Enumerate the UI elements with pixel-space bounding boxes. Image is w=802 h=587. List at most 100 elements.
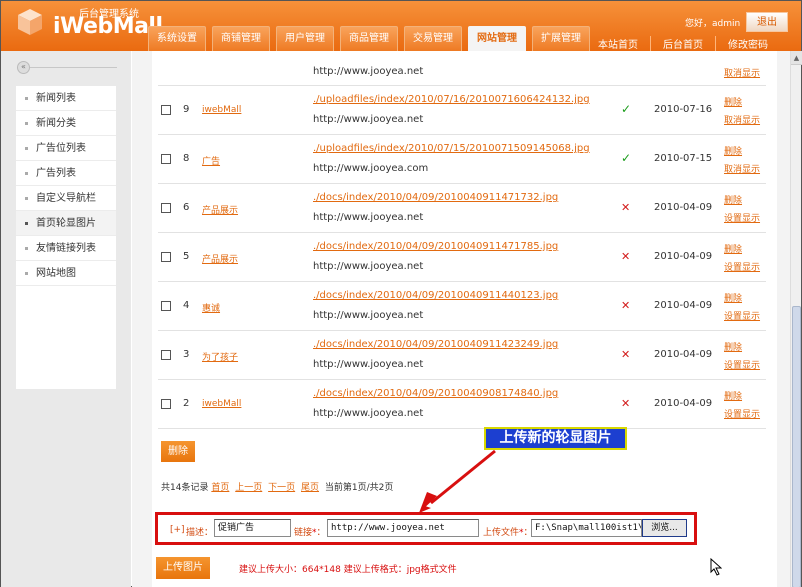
- link-change-password[interactable]: 修改密码: [715, 36, 780, 51]
- sidebar: « 新闻列表 新闻分类 广告位列表 广告列表 自定义导航栏 首页轮显图片 友情链…: [1, 51, 131, 587]
- row-path-link[interactable]: ./docs/index/2010/04/09/2010040911423249…: [313, 339, 558, 350]
- row-delete-link[interactable]: 删除: [724, 242, 742, 255]
- row-date: 2010-04-09: [654, 251, 713, 262]
- double-chevron-left-icon[interactable]: «: [17, 61, 30, 74]
- row-toggle-display-link[interactable]: 设置显示: [724, 407, 760, 420]
- scroll-thumb[interactable]: [792, 306, 801, 587]
- row-delete-link[interactable]: 删除: [724, 144, 742, 157]
- logout-button[interactable]: 退出: [746, 12, 788, 32]
- row-checkbox[interactable]: [161, 154, 171, 164]
- mouse-cursor-icon: [710, 558, 722, 576]
- row-toggle-display-link[interactable]: 取消显示: [724, 162, 760, 175]
- file-label: 上传文件*：: [483, 525, 533, 538]
- row-delete-link[interactable]: 删除: [724, 193, 742, 206]
- row-name-link[interactable]: 广告: [202, 154, 220, 167]
- sidebar-item-custom-nav[interactable]: 自定义导航栏: [16, 186, 116, 211]
- pager: 共14条记录 首页 上一页 下一页 尾页 当前第1页/共2页: [161, 480, 393, 493]
- row-url: http://www.jooyea.net: [313, 212, 424, 223]
- table-row: 5 产品展示 ./docs/index/2010/04/09/201004091…: [158, 233, 766, 282]
- cross-icon: ✕: [621, 250, 631, 263]
- upload-image-button[interactable]: 上传图片: [156, 557, 210, 579]
- row-url: http://www.jooyea.com: [313, 163, 429, 174]
- row-toggle-display-link[interactable]: 取消显示: [724, 113, 760, 126]
- row-toggle-display-link[interactable]: 取消显示: [724, 66, 760, 79]
- row-delete-link[interactable]: 删除: [724, 291, 742, 304]
- row-checkbox[interactable]: [161, 203, 171, 213]
- page-scrollbar[interactable]: ▲: [790, 51, 802, 587]
- row-date: 2010-04-09: [654, 349, 713, 360]
- tab-trades[interactable]: 交易管理: [404, 26, 462, 51]
- row-name-link[interactable]: iwebMall: [202, 105, 241, 115]
- tab-users[interactable]: 用户管理: [276, 26, 334, 51]
- sidebar-item-news-list[interactable]: 新闻列表: [16, 86, 116, 111]
- sidebar-item-friend-links[interactable]: 友情链接列表: [16, 236, 116, 261]
- sidebar-item-home-carousel[interactable]: 首页轮显图片: [16, 211, 116, 236]
- pager-last-link[interactable]: 尾页: [301, 483, 319, 493]
- row-date: 2010-07-16: [654, 104, 713, 115]
- row-delete-link[interactable]: 删除: [724, 95, 742, 108]
- sidebar-item-site-map[interactable]: 网站地图: [16, 261, 116, 286]
- row-delete-link[interactable]: 删除: [724, 340, 742, 353]
- row-checkbox[interactable]: [161, 252, 171, 262]
- desc-field[interactable]: 促销广告: [214, 519, 291, 537]
- logo-title: iWebMall: [53, 14, 163, 39]
- row-date: 2010-04-09: [654, 398, 713, 409]
- row-date: 2010-04-09: [654, 202, 713, 213]
- check-icon: ✓: [621, 102, 632, 116]
- row-name-link[interactable]: 惠诚: [202, 301, 220, 314]
- row-toggle-display-link[interactable]: 设置显示: [724, 260, 760, 273]
- row-toggle-display-link[interactable]: 设置显示: [724, 358, 760, 371]
- row-toggle-display-link[interactable]: 设置显示: [724, 211, 760, 224]
- row-path-link[interactable]: ./docs/index/2010/04/09/2010040911440123…: [313, 290, 558, 301]
- link-admin-home[interactable]: 后台首页: [650, 36, 715, 51]
- row-checkbox[interactable]: [161, 105, 171, 115]
- link-field[interactable]: http://www.jooyea.net: [327, 519, 479, 537]
- row-name-link[interactable]: 产品展示: [202, 203, 238, 216]
- row-path-link[interactable]: ./docs/index/2010/04/09/2010040911471732…: [313, 192, 558, 203]
- table-row: 8 广告 ./uploadfiles/index/2010/07/15/2010…: [158, 135, 766, 184]
- link-site-home[interactable]: 本站首页: [586, 36, 650, 51]
- sidebar-item-ad-list[interactable]: 广告列表: [16, 161, 116, 186]
- row-path-link[interactable]: ./uploadfiles/index/2010/07/15/201007150…: [313, 143, 590, 154]
- row-checkbox[interactable]: [161, 399, 171, 409]
- row-path-link[interactable]: ./docs/index/2010/04/09/2010040908174840…: [313, 388, 558, 399]
- add-row-link[interactable]: [+]: [170, 525, 185, 535]
- row-url: http://www.jooyea.net: [313, 261, 424, 272]
- row-toggle-display-link[interactable]: 设置显示: [724, 309, 760, 322]
- row-name-link[interactable]: 产品展示: [202, 252, 238, 265]
- pager-first-link[interactable]: 首页: [211, 483, 229, 493]
- sidebar-collapse[interactable]: «: [17, 61, 117, 76]
- sidebar-item-news-category[interactable]: 新闻分类: [16, 111, 116, 136]
- row-path-link[interactable]: ./docs/index/2010/04/09/2010040911471785…: [313, 241, 558, 252]
- annotation-arrow-icon: [419, 449, 496, 513]
- row-date: 2010-07-15: [654, 153, 713, 164]
- row-delete-link[interactable]: 删除: [724, 389, 742, 402]
- top-links: 本站首页 后台首页 修改密码: [586, 36, 780, 51]
- row-url: http://www.jooyea.net: [313, 310, 424, 321]
- pager-prev-link[interactable]: 上一页: [235, 483, 262, 493]
- row-name-link[interactable]: 为了孩子: [202, 350, 238, 363]
- row-name-link[interactable]: iwebMall: [202, 399, 241, 409]
- sidebar-item-ad-slots[interactable]: 广告位列表: [16, 136, 116, 161]
- row-id: 3: [183, 349, 190, 360]
- greeting-text: 您好，admin: [685, 19, 741, 29]
- delete-selected-button[interactable]: 删除: [161, 441, 195, 462]
- link-label-colon: ：: [316, 528, 326, 538]
- table-row-partial: http://www.jooyea.net 取消显示: [158, 51, 766, 86]
- desc-label-text: 描述：: [186, 528, 214, 538]
- row-checkbox[interactable]: [161, 301, 171, 311]
- tab-shops[interactable]: 商铺管理: [212, 26, 270, 51]
- row-path-link[interactable]: ./uploadfiles/index/2010/07/16/201007160…: [313, 94, 590, 105]
- check-icon: ✓: [621, 151, 632, 165]
- tab-website[interactable]: 网站管理: [468, 26, 526, 51]
- sidebar-menu: 新闻列表 新闻分类 广告位列表 广告列表 自定义导航栏 首页轮显图片 友情链接列…: [16, 86, 116, 389]
- tab-products[interactable]: 商品管理: [340, 26, 398, 51]
- file-path-field[interactable]: F:\Snap\mall100ist1\新: [531, 519, 642, 537]
- row-checkbox[interactable]: [161, 350, 171, 360]
- browse-button[interactable]: 浏览...: [642, 519, 687, 537]
- scroll-up-arrow-icon[interactable]: ▲: [791, 51, 802, 65]
- pager-next-link[interactable]: 下一页: [268, 483, 295, 493]
- tab-extensions[interactable]: 扩展管理: [532, 26, 590, 51]
- tab-system[interactable]: 系统设置: [148, 26, 206, 51]
- top-header: 后台管理系统 iWebMall 系统设置 商铺管理 用户管理 商品管理 交易管理…: [1, 1, 801, 51]
